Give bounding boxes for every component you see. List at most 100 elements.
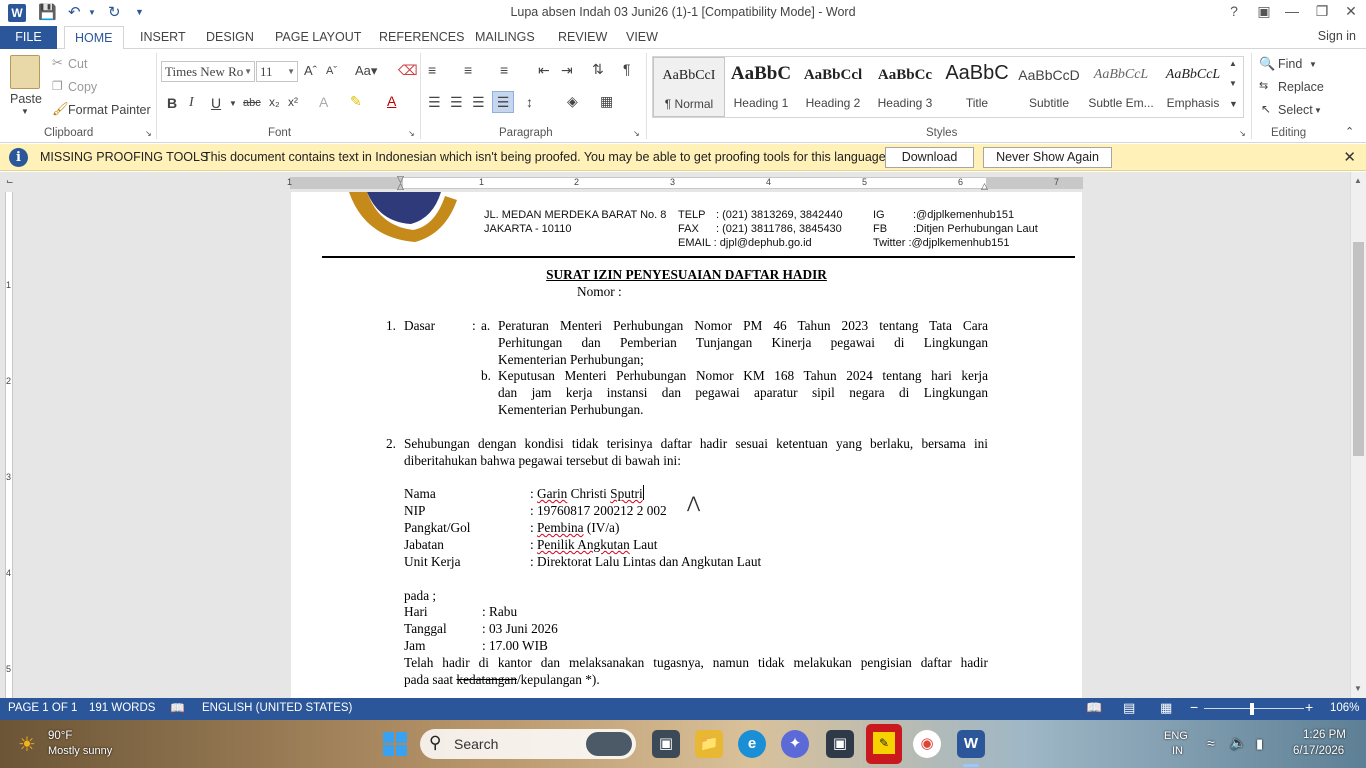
- zoom-slider-thumb[interactable]: [1250, 703, 1254, 715]
- highlight-icon[interactable]: ✎: [350, 93, 362, 110]
- task-view-icon[interactable]: ▣: [652, 730, 680, 758]
- align-left-icon[interactable]: ☰: [428, 94, 441, 111]
- tab-insert[interactable]: INSERT: [140, 30, 186, 44]
- justify-icon[interactable]: ☰: [492, 91, 514, 113]
- misspelled-word[interactable]: Sputri: [610, 486, 643, 501]
- tab-selector-icon[interactable]: ⌙: [6, 176, 18, 188]
- app-icon[interactable]: ▣: [826, 730, 854, 758]
- change-case-icon[interactable]: Aa▾: [355, 63, 377, 79]
- cut-button[interactable]: Cut: [68, 57, 87, 71]
- paste-button[interactable]: Paste: [10, 92, 42, 106]
- close-icon[interactable]: ✕: [1337, 3, 1365, 20]
- style-subtitle[interactable]: AaBbCcD Subtitle: [1013, 57, 1085, 117]
- language-ime[interactable]: ENG: [1164, 730, 1188, 742]
- sticky-notes-icon[interactable]: ✎: [866, 724, 902, 764]
- ribbon-display-options-icon[interactable]: ▣: [1250, 3, 1278, 20]
- scroll-thumb[interactable]: [1353, 242, 1364, 456]
- zoom-in-icon[interactable]: +: [1305, 699, 1313, 715]
- tab-mailings[interactable]: MAILINGS: [475, 30, 535, 44]
- select-dropdown-icon[interactable]: ▼: [1314, 106, 1322, 115]
- select-button[interactable]: Select: [1278, 103, 1313, 117]
- web-layout-icon[interactable]: ▦: [1160, 700, 1172, 716]
- copilot-icon[interactable]: ✦: [781, 730, 809, 758]
- zoom-out-icon[interactable]: −: [1190, 699, 1198, 715]
- multilevel-list-icon[interactable]: ≡: [500, 62, 508, 78]
- subscript-icon[interactable]: x₂: [269, 95, 280, 109]
- zoom-level[interactable]: 106%: [1330, 702, 1359, 714]
- ruler-bar[interactable]: 1 1 2 3 4 5 6 7 ▽ △ △: [287, 174, 1083, 192]
- style-emphasis[interactable]: AaBbCcL Emphasis: [1157, 57, 1229, 117]
- font-size-combo[interactable]: 11 ▼: [256, 61, 298, 82]
- clipboard-launcher-icon[interactable]: ↘: [145, 129, 152, 138]
- style-heading-2[interactable]: AaBbCcl Heading 2: [797, 57, 869, 117]
- find-dropdown-icon[interactable]: ▼: [1309, 60, 1317, 69]
- taskbar-search[interactable]: ⚲ Search: [420, 729, 636, 759]
- numbering-icon[interactable]: ≡: [464, 62, 472, 78]
- increase-indent-icon[interactable]: ⇥: [561, 62, 573, 79]
- shading-icon[interactable]: ◈: [567, 93, 578, 110]
- battery-icon[interactable]: ▮: [1256, 736, 1263, 752]
- start-icon[interactable]: [383, 732, 407, 756]
- weather-temp[interactable]: 90°F: [48, 730, 72, 742]
- paragraph-launcher-icon[interactable]: ↘: [633, 129, 640, 138]
- vertical-scrollbar[interactable]: ▲ ▼: [1350, 172, 1366, 698]
- clock-date[interactable]: 6/17/2026: [1293, 745, 1344, 757]
- text-effects-icon[interactable]: A: [319, 94, 328, 110]
- style-normal[interactable]: AaBbCcI ¶ Normal: [653, 57, 725, 117]
- format-painter-button[interactable]: Format Painter: [68, 103, 151, 117]
- misspelled-word[interactable]: Penilik Angkutan: [537, 537, 630, 552]
- language-ime-sub[interactable]: IN: [1172, 745, 1183, 757]
- tab-page-layout[interactable]: PAGE LAYOUT: [275, 30, 361, 44]
- misspelled-word[interactable]: Garin: [537, 486, 567, 501]
- close-icon[interactable]: ✕: [1343, 148, 1356, 166]
- proofing-icon[interactable]: 📖: [170, 701, 185, 715]
- replace-button[interactable]: Replace: [1278, 80, 1324, 94]
- strikethrough-icon[interactable]: abc: [243, 97, 261, 109]
- borders-icon[interactable]: ▦: [600, 93, 613, 110]
- scroll-up-icon[interactable]: ▲: [1354, 176, 1362, 185]
- align-center-icon[interactable]: ☰: [450, 94, 463, 111]
- styles-scroll-up-icon[interactable]: ▲: [1229, 59, 1237, 68]
- line-spacing-icon[interactable]: ↕: [526, 94, 533, 110]
- language-indicator[interactable]: ENGLISH (UNITED STATES): [202, 702, 352, 714]
- wifi-icon[interactable]: ≈: [1207, 735, 1215, 751]
- bold-icon[interactable]: B: [167, 95, 177, 111]
- help-icon[interactable]: ?: [1220, 3, 1248, 19]
- align-right-icon[interactable]: ☰: [472, 94, 485, 111]
- style-heading-3[interactable]: AaBbCc Heading 3: [869, 57, 941, 117]
- edge-icon[interactable]: e: [738, 730, 766, 758]
- hanging-indent-marker[interactable]: △: [397, 181, 404, 192]
- show-marks-icon[interactable]: ¶: [623, 61, 631, 77]
- word-count[interactable]: 191 WORDS: [89, 702, 155, 714]
- style-subtle-emphasis[interactable]: AaBbCcL Subtle Em...: [1085, 57, 1157, 117]
- grow-font-icon[interactable]: Aˆ: [304, 63, 317, 78]
- bullets-icon[interactable]: ≡: [428, 62, 436, 78]
- read-mode-icon[interactable]: 📖: [1086, 700, 1102, 716]
- tab-view[interactable]: VIEW: [626, 30, 658, 44]
- volume-icon[interactable]: 🔈: [1230, 735, 1246, 751]
- file-explorer-icon[interactable]: 📁: [695, 730, 723, 758]
- decrease-indent-icon[interactable]: ⇤: [538, 62, 550, 79]
- tab-review[interactable]: REVIEW: [558, 30, 607, 44]
- font-name-combo[interactable]: Times New Ro ▼: [161, 61, 255, 82]
- shrink-font-icon[interactable]: Aˇ: [326, 65, 337, 77]
- underline-icon[interactable]: U: [211, 95, 221, 111]
- underline-dropdown-icon[interactable]: ▼: [229, 99, 237, 108]
- clock-time[interactable]: 1:26 PM: [1303, 729, 1346, 741]
- scroll-down-icon[interactable]: ▼: [1354, 684, 1362, 693]
- right-indent-marker[interactable]: △: [981, 181, 988, 192]
- tab-home[interactable]: HOME: [64, 26, 124, 50]
- styles-launcher-icon[interactable]: ↘: [1239, 129, 1246, 138]
- styles-scroll-down-icon[interactable]: ▼: [1229, 79, 1237, 88]
- vertical-ruler-bar[interactable]: [5, 192, 13, 698]
- tab-design[interactable]: DESIGN: [206, 30, 254, 44]
- download-button[interactable]: Download: [885, 147, 974, 168]
- word-taskbar-icon[interactable]: W: [957, 730, 985, 758]
- clear-formatting-icon[interactable]: ⌫: [398, 62, 418, 79]
- copy-button[interactable]: Copy: [68, 80, 97, 94]
- style-heading-1[interactable]: AaBbC Heading 1: [725, 57, 797, 117]
- italic-icon[interactable]: I: [189, 95, 194, 111]
- style-title[interactable]: AaBbC Title: [941, 57, 1013, 117]
- restore-icon[interactable]: ❐: [1308, 3, 1336, 20]
- print-layout-icon[interactable]: ▤: [1123, 700, 1135, 716]
